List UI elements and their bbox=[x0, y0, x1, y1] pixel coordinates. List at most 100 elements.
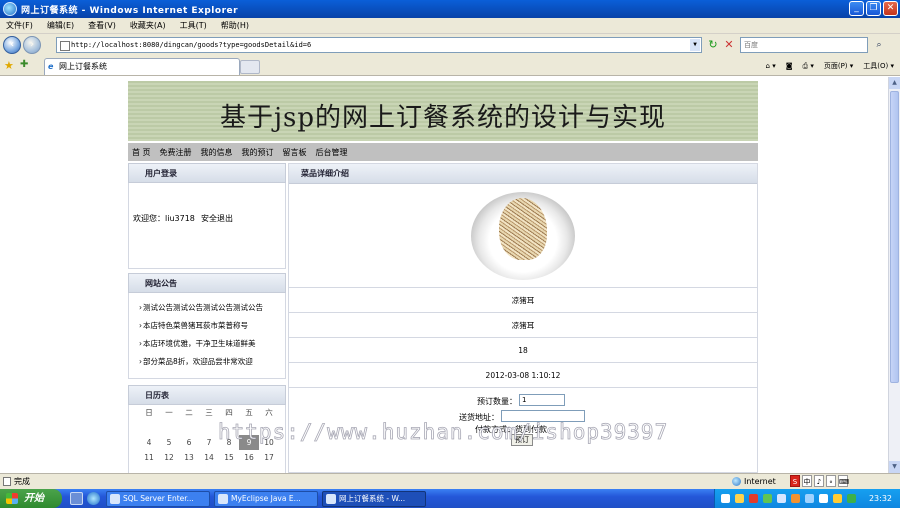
scroll-up-icon[interactable]: ▲ bbox=[889, 77, 900, 89]
calendar-day: 6 bbox=[186, 438, 192, 447]
address-input[interactable]: http://localhost:8080/dingcan/goods?type… bbox=[56, 37, 702, 53]
tab-label: 网上订餐系统 bbox=[59, 62, 107, 71]
forward-arrow-icon[interactable]: › bbox=[23, 36, 41, 54]
calendar-weekday: 三 bbox=[205, 408, 213, 417]
notice-panel-title: 网站公告 bbox=[128, 273, 286, 293]
tray-network-icon[interactable] bbox=[763, 494, 772, 503]
page-done-icon bbox=[3, 477, 11, 486]
calendar-day: 12 bbox=[164, 453, 174, 462]
menu-view[interactable]: 查看(V) bbox=[88, 20, 116, 31]
stop-icon[interactable]: ✕ bbox=[722, 38, 736, 52]
chevron-down-icon[interactable]: ▼ bbox=[690, 39, 700, 51]
tray-app-icon[interactable] bbox=[777, 494, 786, 503]
notice-item[interactable]: 本店环境优雅，干净卫生味道鲜美 bbox=[129, 335, 285, 353]
nav-my-orders[interactable]: 我的预订 bbox=[242, 147, 274, 158]
close-button[interactable]: ✕ bbox=[883, 1, 898, 16]
calendar-weekday: 日 bbox=[145, 408, 153, 417]
calendar-weekday: 一 bbox=[165, 408, 173, 417]
watermark-text: https://www.huzhan.com/ishop39397 bbox=[218, 420, 669, 445]
back-arrow-icon[interactable]: ‹ bbox=[3, 36, 21, 54]
site-banner: 基于jsp的网上订餐系统的设计与实现 bbox=[128, 81, 758, 141]
calendar-weekday: 六 bbox=[265, 408, 273, 417]
quantity-input[interactable]: 1 bbox=[519, 394, 565, 406]
nav-register[interactable]: 免费注册 bbox=[160, 147, 192, 158]
calendar-weekday: 二 bbox=[185, 408, 193, 417]
maximize-button[interactable]: ❐ bbox=[866, 1, 881, 16]
start-button[interactable]: 开始 bbox=[0, 489, 62, 508]
tab-current[interactable]: 网上订餐系统 bbox=[44, 58, 240, 75]
calendar-day: 7 bbox=[206, 438, 212, 447]
page-menu[interactable]: 页面(P) ▾ bbox=[824, 59, 853, 73]
tray-shield-icon[interactable] bbox=[819, 494, 828, 503]
notice-item[interactable]: 本店特色菜兽猪耳荻市菜普称号 bbox=[129, 317, 285, 335]
status-text: 完成 bbox=[14, 477, 30, 486]
search-magnifier-icon[interactable]: ⌕ bbox=[872, 38, 886, 52]
ie-quicklaunch-icon[interactable] bbox=[87, 492, 100, 505]
calendar-day: 5 bbox=[166, 438, 172, 447]
logout-link[interactable]: 安全退出 bbox=[201, 213, 233, 224]
search-input[interactable]: 百度 bbox=[740, 37, 868, 53]
ime-logo-icon[interactable]: S bbox=[790, 475, 800, 487]
ime-keyboard-icon[interactable]: ⌨ bbox=[838, 475, 849, 487]
ime-punct-icon[interactable]: ♪ bbox=[814, 475, 824, 487]
nav-my-info[interactable]: 我的信息 bbox=[201, 147, 233, 158]
welcome-text: 欢迎您：liu3718 bbox=[133, 214, 195, 223]
calendar-day bbox=[139, 420, 159, 435]
nav-home[interactable]: 首 页 bbox=[132, 147, 151, 158]
tray-volume-icon[interactable] bbox=[735, 494, 744, 503]
menu-bar: 文件(F) 编辑(E) 查看(V) 收藏夹(A) 工具(T) 帮助(H) bbox=[0, 18, 900, 34]
show-desktop-icon[interactable] bbox=[70, 492, 83, 505]
calendar-weekday: 四 bbox=[225, 408, 233, 417]
system-tray: 23:32 bbox=[714, 489, 900, 508]
nav-admin[interactable]: 后台管理 bbox=[316, 147, 348, 158]
taskbar-item-myeclipse[interactable]: MyEclipse Java E... bbox=[214, 491, 318, 507]
search-placeholder: 百度 bbox=[744, 41, 758, 49]
new-tab-button[interactable] bbox=[240, 60, 260, 74]
menu-file[interactable]: 文件(F) bbox=[6, 20, 33, 31]
tray-update-icon[interactable] bbox=[791, 494, 800, 503]
tray-lang-icon[interactable] bbox=[721, 494, 730, 503]
notice-item[interactable]: 测试公告测试公告测试公告测试公告 bbox=[129, 299, 285, 317]
dish-food bbox=[499, 198, 547, 260]
menu-tools[interactable]: 工具(T) bbox=[180, 20, 207, 31]
internet-zone: Internet bbox=[730, 474, 776, 489]
add-favorite-icon[interactable]: ✚ bbox=[20, 59, 28, 70]
tools-menu[interactable]: 工具(O) ▾ bbox=[863, 59, 894, 73]
feed-icon[interactable]: ◙ bbox=[786, 59, 793, 73]
vertical-scrollbar[interactable]: ▲ ▼ bbox=[888, 77, 900, 473]
address-url: http://localhost:8080/dingcan/goods?type… bbox=[71, 41, 312, 49]
scroll-thumb[interactable] bbox=[890, 91, 899, 383]
tray-security-icon[interactable] bbox=[833, 494, 842, 503]
menu-favorites[interactable]: 收藏夹(A) bbox=[130, 20, 166, 31]
home-icon[interactable]: ⌂ ▾ bbox=[766, 59, 776, 73]
dish-date: 2012-03-08 1:10:12 bbox=[289, 363, 757, 388]
nav-message-board[interactable]: 留言板 bbox=[283, 147, 307, 158]
calendar-day bbox=[179, 420, 199, 435]
print-icon[interactable]: ⎙ ▾ bbox=[803, 59, 814, 73]
calendar-day: 4 bbox=[146, 438, 152, 447]
calendar-day: 16 bbox=[244, 453, 254, 462]
favorites-star-icon[interactable]: ★ bbox=[4, 59, 14, 72]
menu-edit[interactable]: 编辑(E) bbox=[47, 20, 74, 31]
address-toolbar: ‹ › http://localhost:8080/dingcan/goods?… bbox=[0, 34, 900, 56]
taskbar-item-sql-server[interactable]: SQL Server Enter... bbox=[106, 491, 210, 507]
window-title-bar[interactable]: 网上订餐系统 - Windows Internet Explorer _ ❐ ✕ bbox=[0, 0, 900, 18]
window-title: 网上订餐系统 - Windows Internet Explorer bbox=[21, 5, 239, 16]
tray-extra-icon[interactable] bbox=[847, 494, 856, 503]
tray-messenger-icon[interactable] bbox=[805, 494, 814, 503]
taskbar: 开始 SQL Server Enter... MyEclipse Java E.… bbox=[0, 489, 900, 508]
notice-item[interactable]: 部分菜品8折，欢迎品尝非常欢迎 bbox=[129, 353, 285, 371]
notice-panel: 网站公告 测试公告测试公告测试公告测试公告 本店特色菜兽猪耳荻市菜普称号 本店环… bbox=[128, 273, 286, 379]
ime-bar: S 中 ♪ ∘ ⌨ bbox=[790, 474, 849, 487]
ime-width-icon[interactable]: ∘ bbox=[826, 475, 836, 487]
scroll-down-icon[interactable]: ▼ bbox=[889, 461, 900, 473]
taskbar-item-ie[interactable]: 网上订餐系统 - W... bbox=[322, 491, 426, 507]
refresh-icon[interactable]: ↻ bbox=[706, 38, 720, 52]
dish-price: 18 bbox=[289, 338, 757, 363]
taskbar-clock: 23:32 bbox=[868, 494, 892, 503]
tray-antivirus-icon[interactable] bbox=[749, 494, 758, 503]
minimize-button[interactable]: _ bbox=[849, 1, 864, 16]
menu-help[interactable]: 帮助(H) bbox=[221, 20, 249, 31]
calendar-panel-title: 日历表 bbox=[128, 385, 286, 405]
ime-mode-icon[interactable]: 中 bbox=[802, 475, 812, 487]
